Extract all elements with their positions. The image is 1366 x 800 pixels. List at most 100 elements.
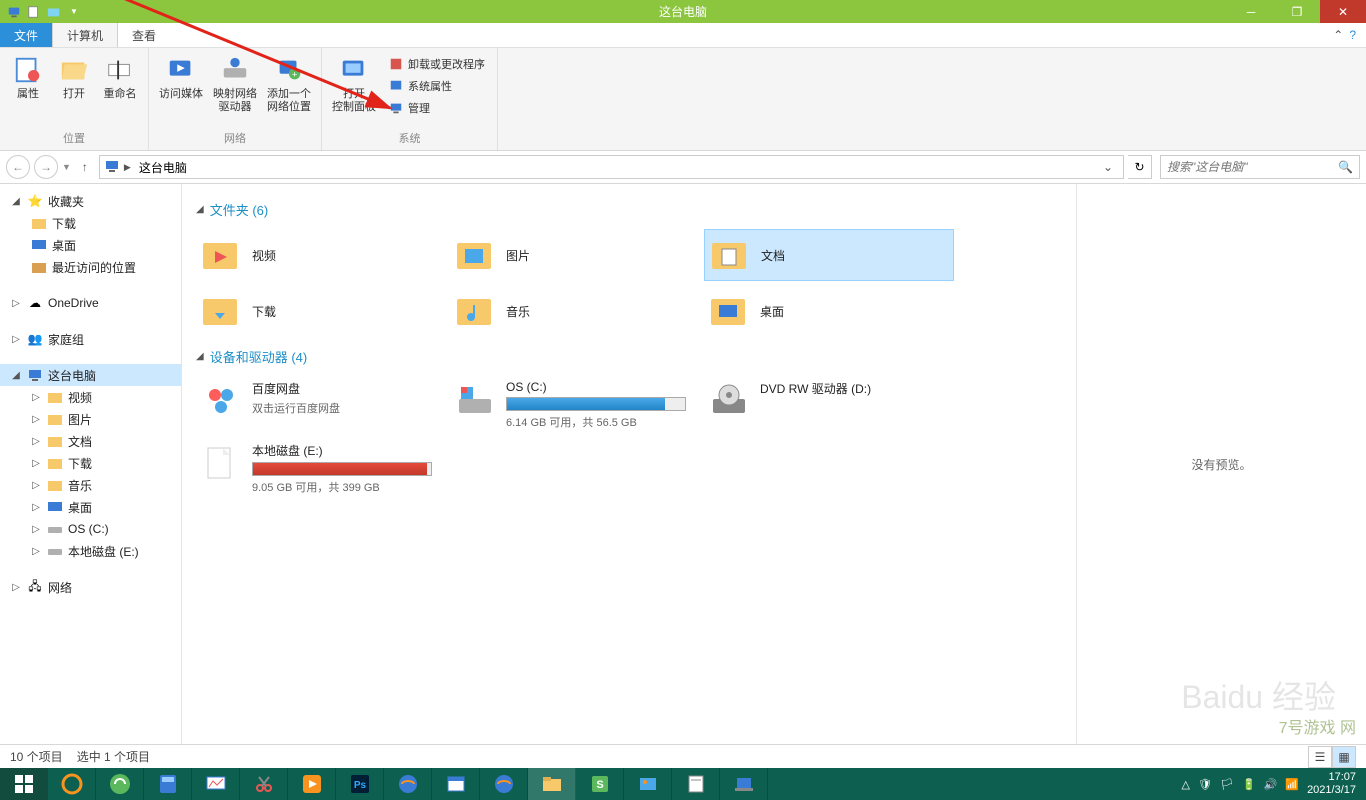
computer-icon[interactable] — [6, 4, 22, 20]
address-bar[interactable]: ▶ 这台电脑 ⌄ — [99, 155, 1124, 179]
task-player[interactable] — [288, 768, 336, 800]
breadcrumb-item[interactable]: 这台电脑 — [135, 159, 191, 176]
drive-osc[interactable]: OS (C:) 6.14 GB 可用，共 56.5 GB — [450, 376, 700, 434]
task-notes[interactable] — [672, 768, 720, 800]
tree-desktop2[interactable]: ▷桌面 — [0, 496, 181, 518]
tab-file[interactable]: 文件 — [0, 23, 52, 47]
drive-dvd[interactable]: DVD RW 驱动器 (D:) — [704, 376, 954, 434]
tab-view[interactable]: 查看 — [118, 23, 170, 47]
collapse-icon[interactable]: ◢ — [196, 204, 204, 215]
access-media-button[interactable]: 访问媒体 — [155, 52, 207, 128]
expander-icon[interactable]: ▷ — [30, 436, 42, 447]
qat-dropdown-icon[interactable]: ▼ — [66, 4, 82, 20]
tree-network[interactable]: ▷🖧网络 — [0, 576, 181, 598]
back-button[interactable]: ← — [6, 155, 30, 179]
tree-downloads2[interactable]: ▷下载 — [0, 452, 181, 474]
chevron-right-icon[interactable]: ▶ — [124, 162, 131, 173]
expander-icon[interactable]: ▷ — [30, 458, 42, 469]
task-wps[interactable]: S — [576, 768, 624, 800]
search-icon[interactable]: 🔍 — [1338, 160, 1353, 174]
tray-shield-icon[interactable]: 🛡 — [1198, 778, 1212, 791]
rename-button[interactable]: 重命名 — [98, 52, 142, 128]
map-drive-button[interactable]: 映射网络 驱动器 — [209, 52, 261, 128]
new-folder-qat-icon[interactable] — [46, 4, 62, 20]
expander-icon[interactable]: ◢ — [10, 196, 22, 207]
tree-locale[interactable]: ▷本地磁盘 (E:) — [0, 540, 181, 562]
section-folders[interactable]: ◢ 文件夹 (6) — [196, 200, 1062, 219]
taskbar-clock[interactable]: 17:07 2021/3/17 — [1307, 771, 1356, 797]
expander-icon[interactable]: ◢ — [10, 370, 22, 381]
drive-locale[interactable]: 本地磁盘 (E:) 9.05 GB 可用，共 399 GB — [196, 438, 446, 499]
tree-music[interactable]: ▷音乐 — [0, 474, 181, 496]
task-app1[interactable] — [48, 768, 96, 800]
minimize-button[interactable]: ─ — [1228, 0, 1274, 23]
expander-icon[interactable]: ▷ — [30, 502, 42, 513]
manage-button[interactable]: 管理 — [384, 98, 489, 118]
system-properties-button[interactable]: 系统属性 — [384, 76, 489, 96]
address-dropdown-icon[interactable]: ⌄ — [1097, 160, 1119, 174]
section-devices[interactable]: ◢ 设备和驱动器 (4) — [196, 347, 1062, 366]
task-laptop[interactable] — [720, 768, 768, 800]
drive-baidu[interactable]: 百度网盘双击运行百度网盘 — [196, 376, 446, 434]
expander-icon[interactable]: ▷ — [10, 298, 22, 309]
tree-favorites[interactable]: ◢ ⭐ 收藏夹 — [0, 190, 181, 212]
tray-wifi-icon[interactable]: 📶 — [1285, 778, 1299, 791]
task-app2[interactable] — [96, 768, 144, 800]
task-ie1[interactable] — [384, 768, 432, 800]
task-calculator[interactable] — [144, 768, 192, 800]
maximize-button[interactable]: ❐ — [1274, 0, 1320, 23]
expander-icon[interactable]: ▷ — [10, 582, 22, 593]
tree-recent[interactable]: 最近访问的位置 — [0, 256, 181, 278]
uninstall-button[interactable]: 卸载或更改程序 — [384, 54, 489, 74]
task-gallery[interactable] — [624, 768, 672, 800]
tray-battery-icon[interactable]: 🔋 — [1242, 778, 1256, 791]
search-input[interactable] — [1167, 160, 1338, 174]
task-explorer[interactable] — [528, 768, 576, 800]
tree-osc[interactable]: ▷OS (C:) — [0, 518, 181, 540]
tree-homegroup[interactable]: ▷👥家庭组 — [0, 328, 181, 350]
tray-volume-icon[interactable]: 🔊 — [1264, 778, 1278, 791]
forward-button[interactable]: → — [34, 155, 58, 179]
folder-pictures[interactable]: 图片 — [450, 229, 700, 281]
tray-expand-icon[interactable]: △ — [1182, 778, 1190, 791]
properties-button[interactable]: 属性 — [6, 52, 50, 128]
tab-computer[interactable]: 计算机 — [52, 23, 118, 47]
ribbon-help[interactable]: ⌃ ? — [1323, 23, 1366, 47]
tree-onedrive[interactable]: ▷☁OneDrive — [0, 292, 181, 314]
properties-qat-icon[interactable] — [26, 4, 42, 20]
help-icon[interactable]: ? — [1349, 28, 1356, 42]
up-button[interactable]: ↑ — [75, 157, 95, 177]
folder-music[interactable]: 音乐 — [450, 285, 700, 337]
task-scissors[interactable] — [240, 768, 288, 800]
tree-pictures[interactable]: ▷图片 — [0, 408, 181, 430]
chevron-up-icon[interactable]: ⌃ — [1333, 28, 1343, 42]
folder-desktop[interactable]: 桌面 — [704, 285, 954, 337]
close-button[interactable]: ✕ — [1320, 0, 1366, 23]
expander-icon[interactable]: ▷ — [30, 414, 42, 425]
open-button[interactable]: 打开 — [52, 52, 96, 128]
search-box[interactable]: 🔍 — [1160, 155, 1360, 179]
add-location-button[interactable]: + 添加一个 网络位置 — [263, 52, 315, 128]
refresh-button[interactable]: ↻ — [1128, 155, 1152, 179]
details-view-button[interactable]: ☰ — [1308, 746, 1332, 768]
expander-icon[interactable]: ▷ — [30, 392, 42, 403]
collapse-icon[interactable]: ◢ — [196, 351, 204, 362]
control-panel-button[interactable]: 打开 控制面板 — [328, 52, 380, 128]
tiles-view-button[interactable]: ▦ — [1332, 746, 1356, 768]
folder-video[interactable]: 视频 — [196, 229, 446, 281]
task-monitor[interactable] — [192, 768, 240, 800]
tree-thispc[interactable]: ◢这台电脑 — [0, 364, 181, 386]
expander-icon[interactable]: ▷ — [30, 480, 42, 491]
folder-documents[interactable]: 文档 — [704, 229, 954, 281]
task-window[interactable] — [432, 768, 480, 800]
tree-downloads[interactable]: 下载 — [0, 212, 181, 234]
task-photoshop[interactable]: Ps — [336, 768, 384, 800]
expander-icon[interactable]: ▷ — [30, 524, 42, 535]
folder-downloads[interactable]: 下载 — [196, 285, 446, 337]
expander-icon[interactable]: ▷ — [30, 546, 42, 557]
start-button[interactable] — [0, 768, 48, 800]
task-ie2[interactable] — [480, 768, 528, 800]
tree-video[interactable]: ▷视频 — [0, 386, 181, 408]
expander-icon[interactable]: ▷ — [10, 334, 22, 345]
tray-flag-icon[interactable]: 🏳 — [1220, 778, 1234, 791]
